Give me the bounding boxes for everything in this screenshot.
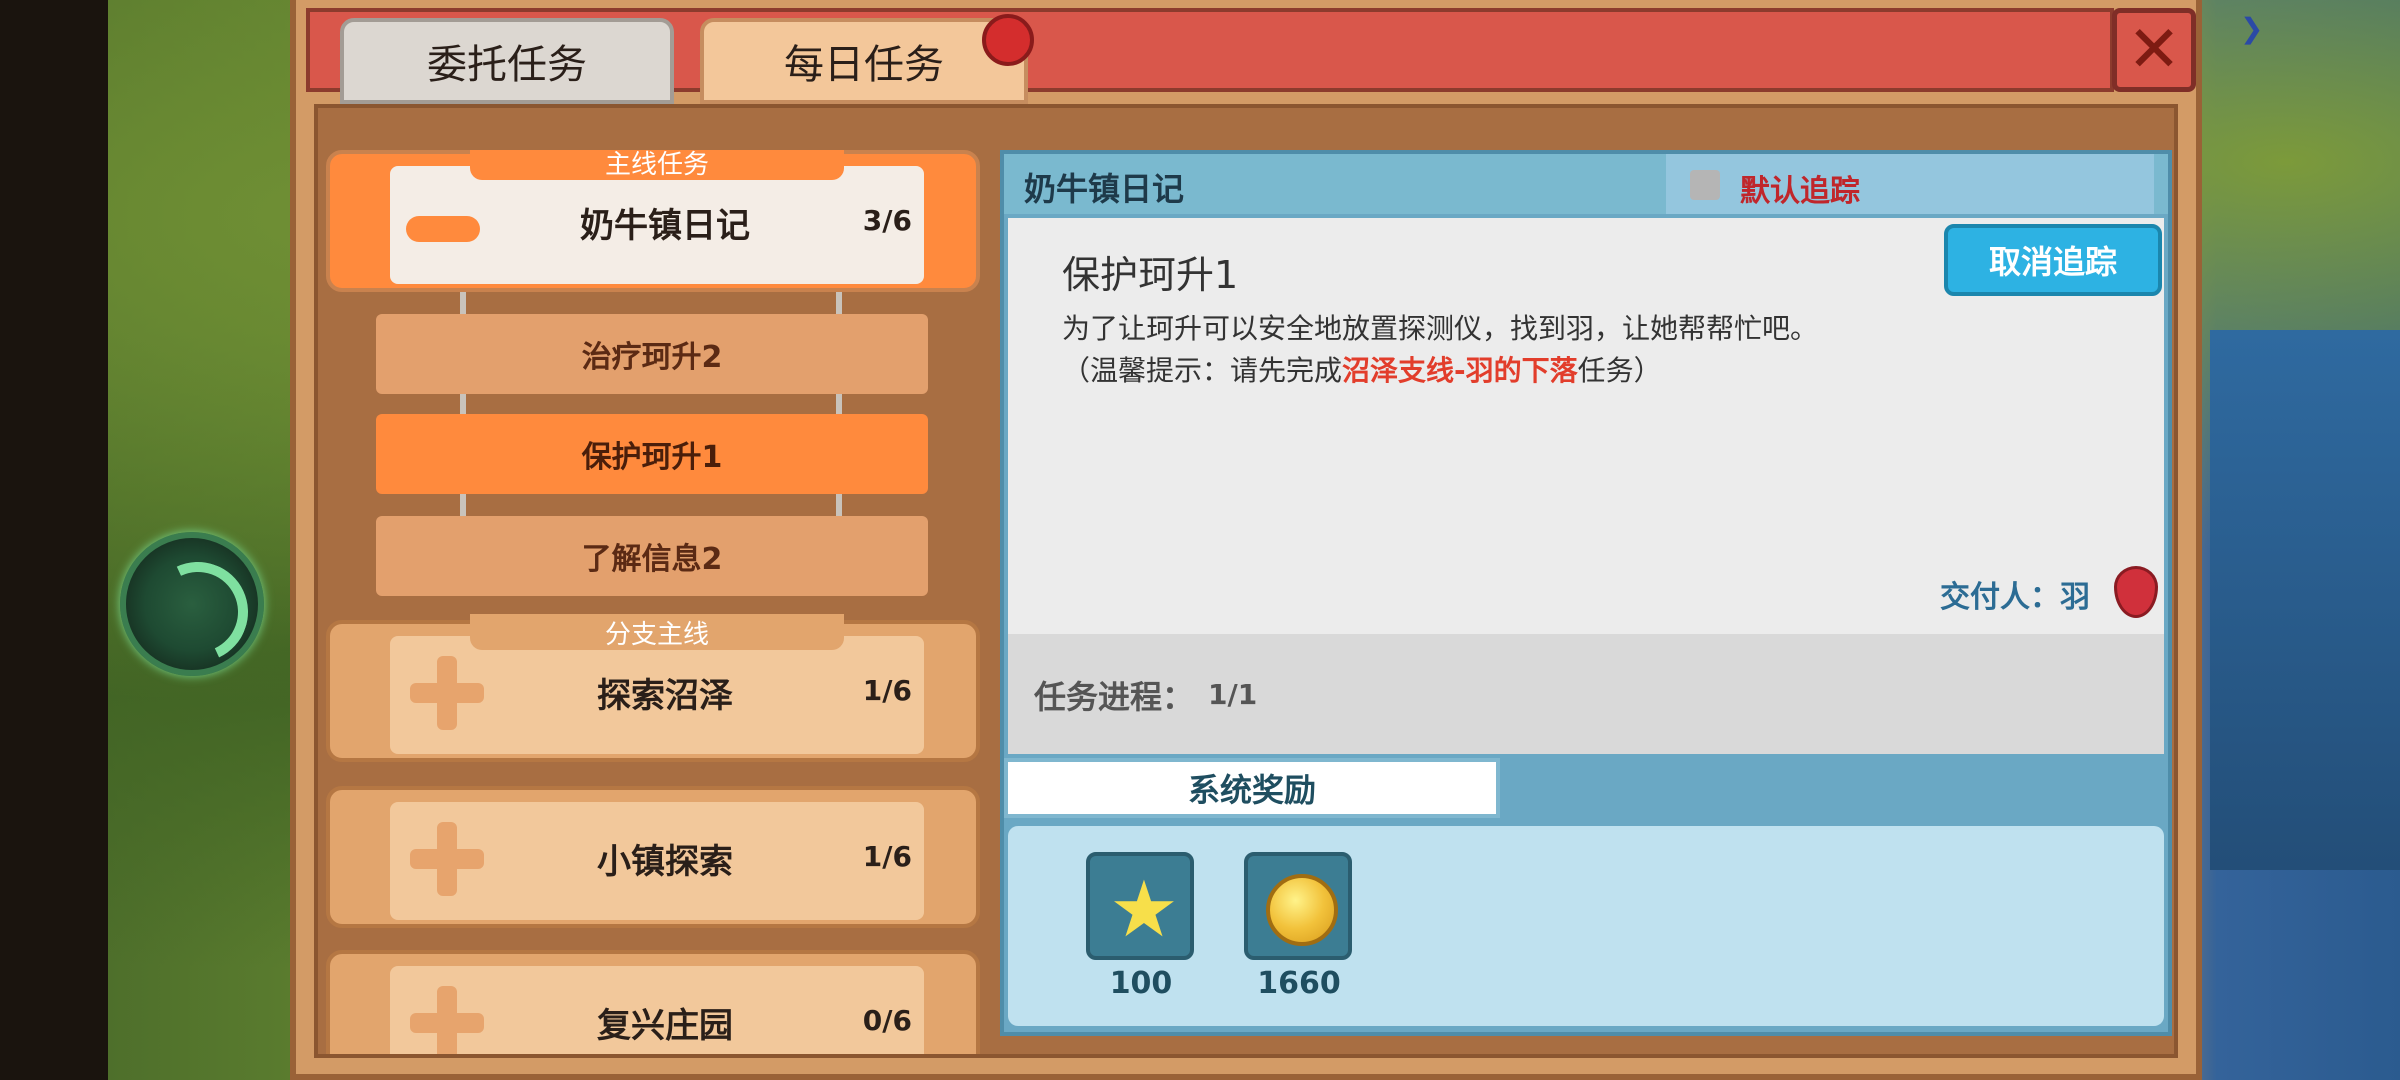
quest-group-branch[interactable]: 分支主线 探索沼泽 1/6 bbox=[326, 614, 980, 762]
sub-quest-item[interactable]: 治疗珂升2 bbox=[376, 314, 928, 394]
notification-dot bbox=[982, 14, 1034, 66]
reward-amount: 100 bbox=[1109, 966, 1173, 1001]
cancel-track-button[interactable]: 取消追踪 bbox=[1944, 224, 2162, 296]
plus-icon bbox=[410, 822, 484, 896]
quest-list: 主线任务 奶牛镇日记 3/6 治疗珂升2 保护珂升1 了解信息2 分支主线 探索… bbox=[326, 150, 980, 1054]
reward-icon-frame: ★ bbox=[1086, 852, 1194, 960]
group-title: 奶牛镇日记 bbox=[580, 205, 750, 246]
connector bbox=[836, 494, 842, 518]
quest-title: 保护珂升1 bbox=[1062, 253, 1239, 297]
group-count: 1/6 bbox=[862, 674, 912, 707]
sub-quest-item-active[interactable]: 保护珂升1 bbox=[376, 414, 928, 494]
sub-quest-item[interactable]: 了解信息2 bbox=[376, 516, 928, 596]
plus-icon bbox=[410, 656, 484, 730]
left-black-border bbox=[0, 0, 108, 1080]
top-right-indicator-icon: ❯ bbox=[2240, 12, 2264, 45]
description-line: 为了让珂升可以安全地放置探测仪，找到羽，让她帮帮忙吧。 bbox=[1062, 312, 1819, 345]
group-count: 3/6 bbox=[862, 204, 912, 237]
group-tag: 主线任务 bbox=[470, 150, 844, 180]
quest-description-area: 保护珂升1 取消追踪 为了让珂升可以安全地放置探测仪，找到羽，让她帮帮忙吧。 （… bbox=[1008, 218, 2164, 634]
swirl-skill-icon[interactable] bbox=[120, 532, 264, 676]
group-count: 1/6 bbox=[862, 840, 912, 873]
reward-area: ★ 100 1660 bbox=[1008, 826, 2164, 1026]
hint-suffix: 任务） bbox=[1577, 354, 1662, 387]
progress-area: 任务进程： 1/1 bbox=[1008, 634, 2164, 754]
connector bbox=[836, 292, 842, 316]
reward-icon-frame bbox=[1244, 852, 1352, 960]
progress-value: 1/1 bbox=[1208, 678, 1258, 711]
reward-tab[interactable]: 系统奖励 bbox=[1004, 758, 1500, 818]
close-button[interactable]: ✕ bbox=[2112, 8, 2196, 92]
detail-header-title: 奶牛镇日记 bbox=[1024, 170, 1185, 208]
checkbox[interactable] bbox=[1690, 170, 1720, 200]
progress-label: 任务进程： bbox=[1034, 678, 1195, 716]
reward-item[interactable]: 1660 bbox=[1244, 852, 1354, 1001]
group-title: 复兴庄园 bbox=[597, 1005, 733, 1046]
quest-group-branch[interactable]: 复兴庄园 0/6 bbox=[326, 950, 980, 1054]
tab-weituo[interactable]: 委托任务 bbox=[340, 18, 674, 104]
default-track-toggle[interactable]: 默认追踪 bbox=[1666, 154, 2154, 214]
quest-giver: 交付人：羽 bbox=[1940, 580, 2090, 615]
plus-icon bbox=[410, 986, 484, 1054]
group-title: 探索沼泽 bbox=[597, 675, 733, 716]
group-tag: 分支主线 bbox=[470, 614, 844, 650]
tab-meiri[interactable]: 每日任务 bbox=[700, 18, 1028, 104]
reward-amount: 1660 bbox=[1257, 966, 1341, 1001]
quest-group-branch[interactable]: 小镇探索 1/6 bbox=[326, 786, 980, 928]
quest-group-main[interactable]: 主线任务 奶牛镇日记 3/6 bbox=[326, 150, 980, 292]
group-count: 0/6 bbox=[862, 1004, 912, 1037]
hint-prefix: （温馨提示：请先完成 bbox=[1062, 354, 1343, 387]
reward-item[interactable]: ★ 100 bbox=[1086, 852, 1196, 1001]
quest-description: 为了让珂升可以安全地放置探测仪，找到羽，让她帮帮忙吧。 （温馨提示：请先完成沼泽… bbox=[1062, 308, 1818, 392]
water-area bbox=[2210, 330, 2400, 870]
group-title: 小镇探索 bbox=[597, 841, 733, 882]
hint-quest-link[interactable]: 沼泽支线-羽的下落 bbox=[1342, 354, 1578, 387]
collapse-icon bbox=[406, 216, 480, 242]
quest-detail-panel: 奶牛镇日记 默认追踪 保护珂升1 取消追踪 为了让珂升可以安全地放置探测仪，找到… bbox=[1000, 150, 2172, 1036]
detail-header: 奶牛镇日记 默认追踪 bbox=[1004, 154, 2168, 214]
location-pin-icon[interactable] bbox=[2114, 566, 2158, 618]
connector bbox=[460, 494, 466, 518]
hint-line: （温馨提示：请先完成沼泽支线-羽的下落任务） bbox=[1062, 350, 1818, 392]
default-track-label: 默认追踪 bbox=[1740, 174, 1860, 209]
star-icon: ★ bbox=[1109, 865, 1179, 955]
connector bbox=[460, 292, 466, 316]
coin-icon bbox=[1266, 874, 1338, 946]
